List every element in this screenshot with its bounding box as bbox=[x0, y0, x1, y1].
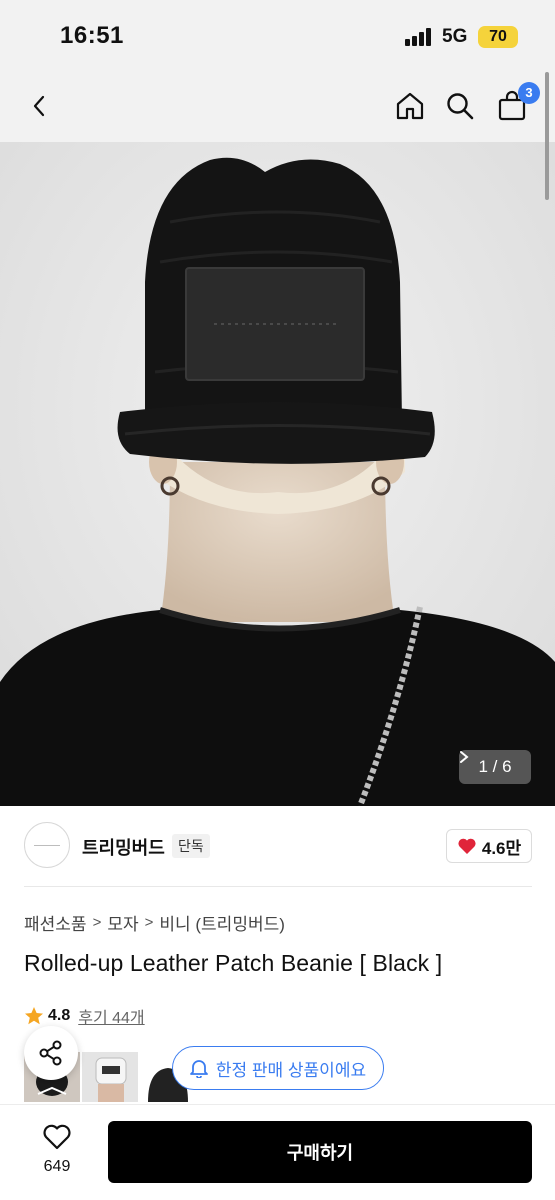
store-row: 트리밍버드 단독 4.6만 bbox=[24, 822, 532, 870]
search-icon bbox=[447, 93, 474, 120]
image-counter-text: 1 / 6 bbox=[478, 757, 512, 776]
wish-button[interactable]: 649 bbox=[30, 1123, 84, 1176]
buy-button[interactable]: 구매하기 bbox=[108, 1121, 532, 1183]
review-link[interactable]: 후기 44개 bbox=[78, 1004, 144, 1028]
cart-count-badge: 3 bbox=[518, 82, 540, 104]
wish-count: 649 bbox=[43, 1158, 71, 1175]
product-photo bbox=[0, 142, 555, 806]
rating-row: 4.8 후기 44개 bbox=[24, 1004, 145, 1028]
battery-indicator: 70 bbox=[478, 26, 518, 48]
chevron-right-icon bbox=[460, 751, 469, 763]
breadcrumb-item[interactable]: 모자 bbox=[107, 910, 138, 935]
heart-outline-icon bbox=[43, 1124, 71, 1150]
share-icon bbox=[39, 1040, 62, 1066]
store-logo[interactable] bbox=[24, 822, 70, 868]
chevron-right-icon: > bbox=[144, 914, 154, 931]
product-image[interactable]: 1 / 6 bbox=[0, 142, 555, 806]
heart-icon bbox=[458, 838, 476, 854]
nav-bar: 3 bbox=[0, 70, 555, 142]
product-title: Rolled-up Leather Patch Beanie [ Black ] bbox=[24, 950, 443, 976]
breadcrumb-item[interactable]: 비니 (트리밍버드) bbox=[159, 910, 285, 935]
rating-value: 4.8 bbox=[48, 1007, 71, 1024]
exclusive-badge: 단독 bbox=[172, 834, 210, 858]
thumbnail[interactable] bbox=[82, 1052, 138, 1102]
scrollbar[interactable] bbox=[545, 72, 549, 200]
share-button[interactable] bbox=[24, 1026, 78, 1080]
bottom-bar: 649 구매하기 bbox=[0, 1104, 555, 1200]
divider bbox=[24, 886, 532, 887]
signal-icon bbox=[405, 28, 433, 46]
search-button[interactable] bbox=[438, 84, 482, 128]
store-name[interactable]: 트리밍버드 bbox=[82, 834, 165, 860]
back-icon bbox=[33, 95, 45, 117]
back-button[interactable] bbox=[18, 84, 62, 128]
network-type: 5G bbox=[442, 26, 468, 47]
limited-sale-notice[interactable]: 한정 판매 상품이에요 bbox=[172, 1046, 384, 1090]
breadcrumb-item[interactable]: 패션소품 bbox=[24, 910, 87, 935]
like-button[interactable]: 4.6만 bbox=[446, 829, 532, 863]
home-icon bbox=[396, 92, 424, 120]
star-icon bbox=[25, 1007, 43, 1025]
like-count: 4.6만 bbox=[481, 838, 522, 858]
cart-button[interactable]: 3 bbox=[490, 82, 540, 128]
bell-icon bbox=[189, 1060, 208, 1078]
home-button[interactable] bbox=[388, 84, 432, 128]
status-time: 16:51 bbox=[60, 22, 124, 49]
image-counter[interactable]: 1 / 6 bbox=[459, 750, 531, 784]
status-bar: 16:51 5G 70 bbox=[0, 0, 555, 70]
limited-sale-text: 한정 판매 상품이에요 bbox=[215, 1060, 367, 1080]
breadcrumb: 패션소품 > 모자 > 비니 (트리밍버드) bbox=[24, 910, 285, 935]
chevron-right-icon: > bbox=[92, 914, 102, 931]
